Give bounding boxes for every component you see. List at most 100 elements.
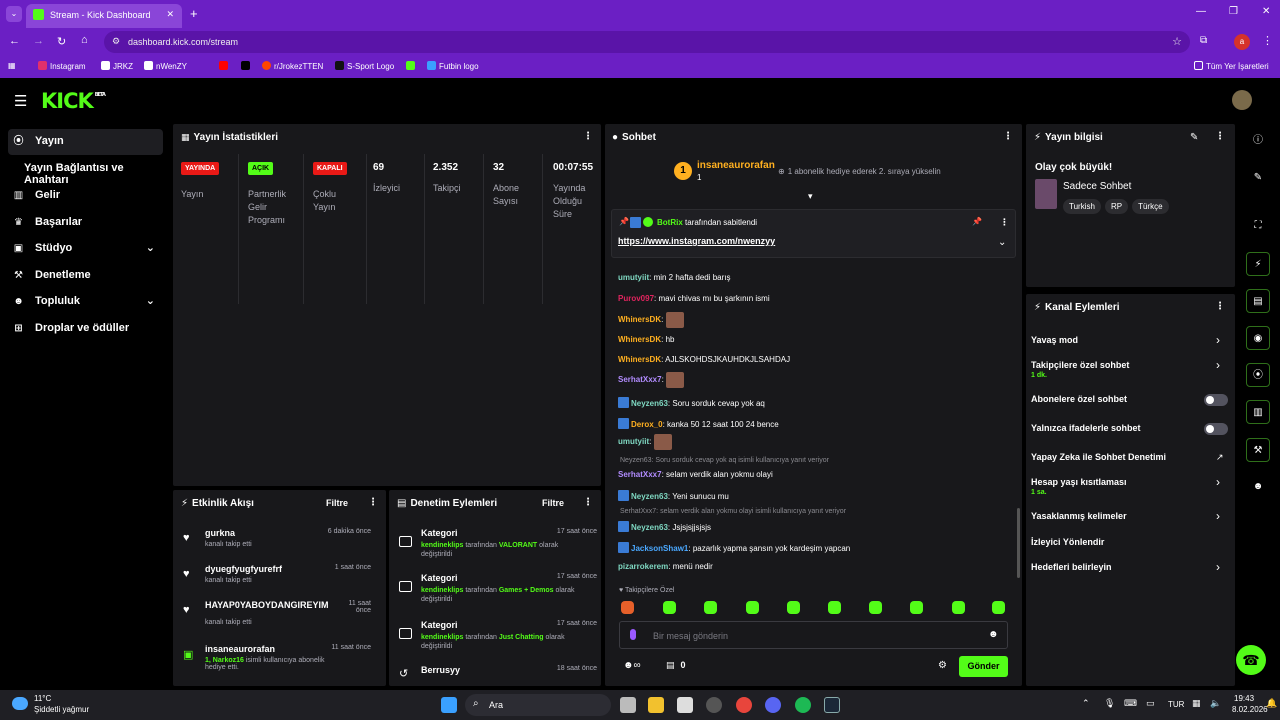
channel-action-item[interactable]: Yalnızca ifadelerle sohbet <box>1031 423 1231 433</box>
minimize-icon[interactable]: — <box>1196 6 1206 17</box>
chat-username[interactable]: WhinersDK <box>618 335 661 344</box>
wrench-icon[interactable]: ⚒ <box>1246 438 1270 462</box>
tray-chevron-icon[interactable]: ⌃ <box>1082 698 1090 709</box>
chat-settings-icon[interactable]: ⚙ <box>938 660 947 671</box>
weather-temp[interactable]: 11°C <box>34 694 51 703</box>
chat-username[interactable]: umutyiit <box>618 437 649 446</box>
chat-username[interactable]: umutyiit <box>618 273 649 282</box>
chat-username[interactable]: Neyzen63 <box>631 523 668 532</box>
steam-icon[interactable] <box>824 697 840 713</box>
bookmark-nwenzy[interactable]: nWenZY <box>144 61 187 71</box>
support-button[interactable]: ☎ <box>1236 645 1266 675</box>
all-bookmarks[interactable]: Tüm Yer İşaretleri <box>1194 61 1269 71</box>
sidebar-item-topluluk[interactable]: ☻ Topluluk ⌄ <box>8 289 163 315</box>
channel-action-item[interactable]: Hedefleri belirleyin <box>1031 562 1231 572</box>
activity-filter-button[interactable]: Filtre <box>326 498 348 508</box>
new-tab-button[interactable]: + <box>190 6 198 21</box>
chevron-right-icon[interactable]: › <box>1216 333 1220 347</box>
channel-actions-menu-icon[interactable]: ⋮ <box>1215 301 1225 312</box>
bookmark-instagram[interactable]: Instagram <box>38 61 86 71</box>
browser-tab[interactable]: Stream - Kick Dashboard ✕ <box>26 4 182 28</box>
chevron-right-icon[interactable]: › <box>1216 560 1220 574</box>
channel-action-item[interactable]: Yapay Zeka ile Sohbet Denetimi <box>1031 452 1231 462</box>
users-icon[interactable]: ☻ <box>1246 475 1270 499</box>
home-icon[interactable]: ⌂ <box>81 34 88 46</box>
emote-button[interactable] <box>952 601 965 614</box>
users-icon[interactable]: ☻∞ <box>623 660 641 671</box>
layers-icon[interactable]: ▥ <box>1246 400 1270 424</box>
reload-icon[interactable]: ↻ <box>57 35 66 48</box>
sidebar-item-droplar[interactable]: ⊞ Droplar ve ödüller <box>8 316 163 342</box>
user-avatar[interactable] <box>1232 90 1252 110</box>
bookmark-youtube[interactable] <box>219 61 231 71</box>
send-button[interactable]: Gönder <box>959 656 1008 677</box>
site-info-icon[interactable]: ⚙ <box>112 36 120 47</box>
tag[interactable]: Türkçe <box>1132 199 1169 214</box>
kick-logo[interactable]: KICK BETA <box>41 89 106 113</box>
emote-button[interactable] <box>787 601 800 614</box>
microphone-icon[interactable] <box>630 629 636 640</box>
toggle-switch[interactable] <box>1204 394 1228 406</box>
chat-username[interactable]: Neyzen63 <box>631 492 668 501</box>
windows-start-icon[interactable] <box>441 697 457 713</box>
chat-username[interactable]: WhinersDK <box>618 315 661 324</box>
stream-info-menu-icon[interactable]: ⋮ <box>1215 131 1225 142</box>
chat-bubble-icon[interactable]: ◉ <box>1246 326 1270 350</box>
chat-scrollbar[interactable] <box>1017 508 1020 578</box>
window-close-icon[interactable]: ✕ <box>1262 6 1270 17</box>
language-indicator[interactable]: TUR <box>1168 700 1184 709</box>
restore-icon[interactable]: ❐ <box>1229 6 1238 17</box>
chrome-icon[interactable] <box>736 697 752 713</box>
tab-search-button[interactable]: ⌄ <box>6 6 22 22</box>
bookmark-star-icon[interactable]: ☆ <box>1172 35 1182 48</box>
store-icon[interactable] <box>677 697 693 713</box>
tag[interactable]: Turkish <box>1063 199 1101 214</box>
mic-tray-icon[interactable]: 🎙 <box>1104 698 1115 709</box>
network-icon[interactable]: ▦ <box>1192 698 1201 709</box>
chevron-right-icon[interactable]: › <box>1216 509 1220 523</box>
forward-icon[interactable]: → <box>33 35 44 47</box>
menu-icon[interactable]: ⋮ <box>1262 34 1273 47</box>
discord-icon[interactable] <box>765 697 781 713</box>
chat-username[interactable]: Derox_0 <box>631 420 663 429</box>
channel-action-item[interactable]: Yavaş mod <box>1031 335 1231 345</box>
close-icon[interactable]: ✕ <box>166 9 174 20</box>
emote-button[interactable] <box>621 601 634 614</box>
fullscreen-icon[interactable]: ⛶ <box>1246 214 1270 238</box>
sidebar-item-gelir[interactable]: ▥ Gelir <box>8 183 163 209</box>
file-explorer-icon[interactable] <box>648 697 664 713</box>
unpin-icon[interactable]: 📌 <box>972 217 982 226</box>
emote-button[interactable] <box>828 601 841 614</box>
chat-username[interactable]: Neyzen63 <box>631 399 668 408</box>
chat-username[interactable]: Purov097 <box>618 294 654 303</box>
sidebar-item-basarilar[interactable]: ♛ Başarılar <box>8 210 163 236</box>
apps-icon[interactable]: ▦ <box>8 61 16 70</box>
channel-action-item[interactable]: Yasaklanmış kelimeler <box>1031 511 1231 521</box>
emote-button[interactable] <box>992 601 1005 614</box>
edit-icon[interactable]: ✎ <box>1190 132 1198 143</box>
emoji-icon[interactable]: ☻ <box>988 629 999 640</box>
lightning-icon[interactable]: ⚡ <box>1246 252 1270 276</box>
hamburger-menu-icon[interactable]: ☰ <box>14 92 27 110</box>
stats-menu-icon[interactable]: ⋮ <box>583 131 593 142</box>
notification-icon[interactable]: 🔔 <box>1266 698 1277 709</box>
points[interactable]: ▤ 0 <box>666 660 686 671</box>
pinned-menu-icon[interactable]: ⋮ <box>1000 217 1009 228</box>
url-input[interactable]: ⚙ dashboard.kick.com/stream ☆ <box>104 31 1190 53</box>
toggle-switch[interactable] <box>1204 423 1228 435</box>
chevron-right-icon[interactable]: › <box>1216 475 1220 489</box>
keyboard-icon[interactable]: ⌨ <box>1124 698 1137 709</box>
chat-username[interactable]: JacksonShaw1 <box>631 544 688 553</box>
bookmark-ssport[interactable]: S-Sport Logo <box>335 61 394 71</box>
bookmark-x[interactable] <box>241 61 253 71</box>
chat-input[interactable]: Bir mesaj gönderin ☻ <box>619 621 1008 649</box>
back-icon[interactable]: ← <box>9 35 20 47</box>
app-icon[interactable] <box>706 697 722 713</box>
clock-time[interactable]: 19:43 <box>1234 694 1254 703</box>
sidebar-item-yayin[interactable]: ⦿ Yayın <box>8 129 163 155</box>
chat-username[interactable]: WhinersDK <box>618 355 661 364</box>
emote-button[interactable] <box>746 601 759 614</box>
document-icon[interactable]: ▤ <box>1246 289 1270 313</box>
chat-username[interactable]: SerhatXxx7 <box>618 375 662 384</box>
bookmark-jrkz[interactable]: JRKZ <box>101 61 133 71</box>
